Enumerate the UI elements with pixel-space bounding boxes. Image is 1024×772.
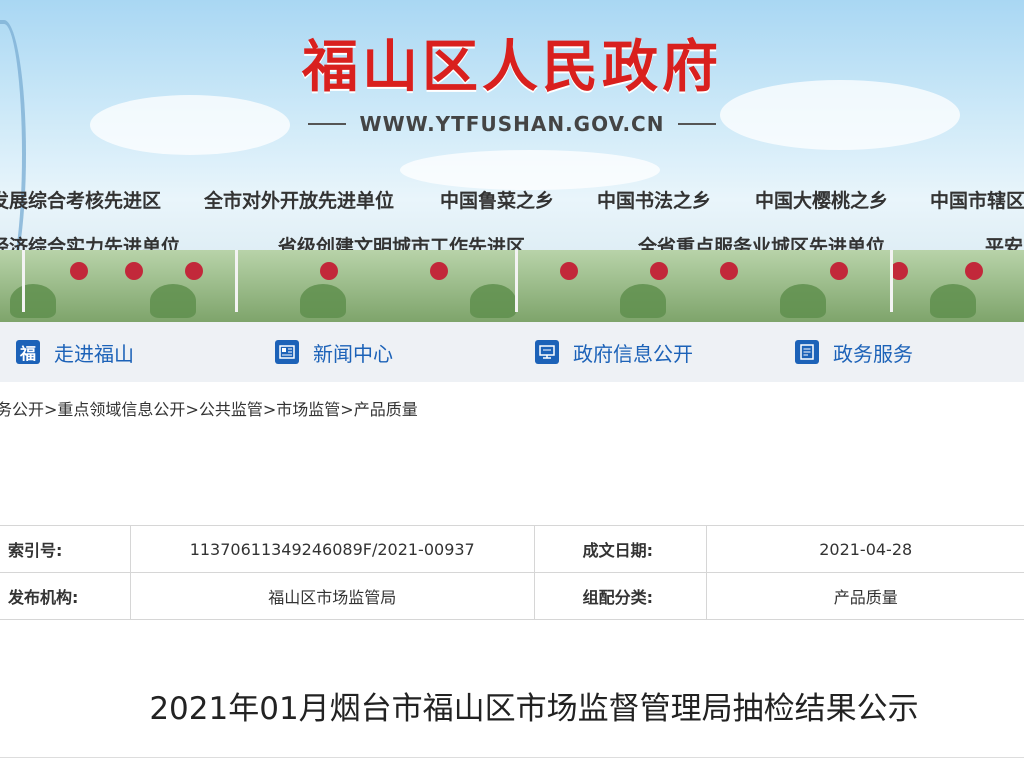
flower-decoration bbox=[185, 262, 203, 280]
breadcrumb-link[interactable]: 务公开 bbox=[0, 400, 44, 419]
nav-item-gov-services[interactable]: 政务服务 bbox=[795, 322, 913, 382]
breadcrumb-separator: > bbox=[262, 400, 277, 419]
category-value: 产品质量 bbox=[706, 572, 1024, 620]
flower-decoration bbox=[320, 262, 338, 280]
nav-item-label: 新闻中心 bbox=[313, 341, 393, 366]
lamp-decoration bbox=[235, 250, 238, 312]
flower-decoration bbox=[720, 262, 738, 280]
site-banner: 福山区人民政府 WWW.YTFUSHAN.GOV.CN 发展综合考核先进区 全市… bbox=[0, 0, 1024, 322]
document-title: 2021年01月烟台市福山区市场监督管理局抽检结果公示 bbox=[149, 691, 919, 727]
bush-decoration bbox=[930, 284, 976, 318]
table-row: 索引号: 11370611349246089F/2021-00937 成文日期:… bbox=[0, 525, 1024, 573]
breadcrumb-separator: > bbox=[185, 400, 199, 419]
honor-text: 中国书法之乡 bbox=[597, 190, 712, 212]
nav-item-label: 政府信息公开 bbox=[573, 341, 693, 366]
bush-decoration bbox=[780, 284, 826, 318]
newspaper-icon bbox=[275, 340, 299, 364]
issue-date-value: 2021-04-28 bbox=[706, 525, 1024, 573]
monitor-info-icon bbox=[535, 340, 559, 364]
bush-decoration bbox=[470, 284, 516, 318]
nav-item-about-fushan[interactable]: 福 走进福山 bbox=[16, 322, 134, 382]
document-info-table: 索引号: 11370611349246089F/2021-00937 成文日期:… bbox=[0, 525, 1024, 620]
cloud-decoration bbox=[400, 150, 660, 190]
main-nav: 福 走进福山 新闻中心 政府信息公开 政务服务 bbox=[0, 322, 1024, 382]
flower-decoration bbox=[560, 262, 578, 280]
nav-item-label: 走进福山 bbox=[54, 341, 134, 366]
divider bbox=[678, 123, 717, 125]
breadcrumb-link[interactable]: 市场监管 bbox=[276, 400, 340, 419]
breadcrumb-separator: > bbox=[44, 400, 58, 419]
bush-decoration bbox=[10, 284, 56, 318]
publisher-value: 福山区市场监管局 bbox=[129, 572, 535, 620]
honor-text: 全市对外开放先进单位 bbox=[204, 190, 395, 212]
issue-date-label: 成文日期: bbox=[533, 525, 708, 573]
index-number-value: 11370611349246089F/2021-00937 bbox=[129, 525, 535, 573]
honor-text: 中国鲁菜之乡 bbox=[440, 190, 555, 212]
divider bbox=[307, 123, 346, 125]
breadcrumb-link[interactable]: 产品质量 bbox=[354, 400, 418, 419]
flower-decoration bbox=[70, 262, 88, 280]
table-row: 发布机构: 福山区市场监管局 组配分类: 产品质量 bbox=[0, 572, 1024, 620]
park-decoration bbox=[0, 250, 1024, 322]
lamp-decoration bbox=[515, 250, 518, 312]
nav-item-news-center[interactable]: 新闻中心 bbox=[275, 322, 393, 382]
flower-decoration bbox=[125, 262, 143, 280]
site-url-row: WWW.YTFUSHAN.GOV.CN bbox=[0, 112, 1024, 136]
honor-text: 中国大樱桃之乡 bbox=[755, 190, 889, 212]
breadcrumb-separator: > bbox=[340, 400, 354, 419]
flower-decoration bbox=[430, 262, 448, 280]
fu-character-icon: 福 bbox=[16, 340, 40, 364]
breadcrumb-link[interactable]: 重点领域信息公开 bbox=[57, 400, 185, 419]
bush-decoration bbox=[620, 284, 666, 318]
divider bbox=[0, 757, 1024, 758]
honor-text: 中国市辖区 bbox=[930, 190, 1024, 212]
lamp-decoration bbox=[22, 250, 25, 312]
category-label: 组配分类: bbox=[533, 572, 708, 620]
bush-decoration bbox=[150, 284, 196, 318]
honor-text: 发展综合考核先进区 bbox=[0, 190, 162, 212]
index-number-label: 索引号: bbox=[0, 525, 131, 573]
flower-decoration bbox=[965, 262, 983, 280]
nav-item-gov-info-disclosure[interactable]: 政府信息公开 bbox=[535, 322, 693, 382]
site-url: WWW.YTFUSHAN.GOV.CN bbox=[359, 112, 665, 136]
breadcrumb-link[interactable]: 公共监管 bbox=[199, 400, 263, 419]
nav-item-label: 政务服务 bbox=[833, 341, 913, 366]
lamp-decoration bbox=[890, 250, 893, 312]
publisher-label: 发布机构: bbox=[0, 572, 131, 620]
bush-decoration bbox=[300, 284, 346, 318]
document-service-icon bbox=[795, 340, 819, 364]
flower-decoration bbox=[650, 262, 668, 280]
flower-decoration bbox=[830, 262, 848, 280]
breadcrumb: 务公开>重点领域信息公开>公共监管>市场监管>产品质量 bbox=[0, 396, 418, 420]
site-title: 福山区人民政府 bbox=[302, 34, 722, 100]
